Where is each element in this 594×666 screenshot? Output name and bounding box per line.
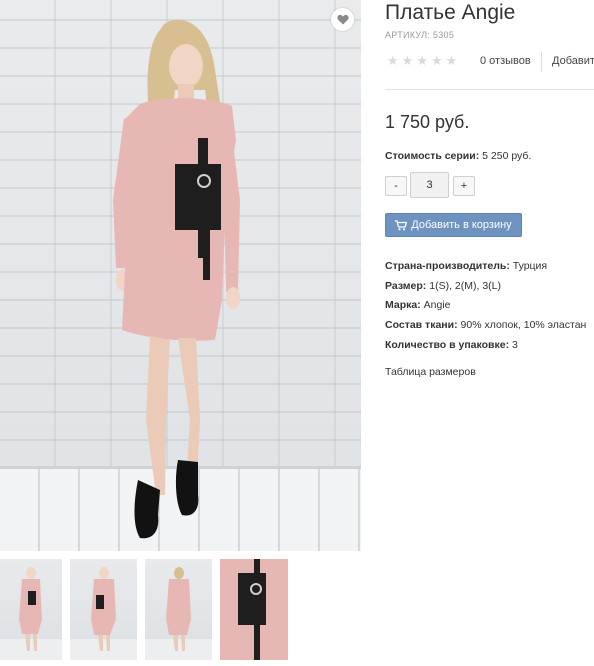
spec-fabric: Состав ткани: 90% хлопок, 10% эластан [385,319,586,331]
favorite-button[interactable] [331,8,354,31]
divider [541,52,542,72]
spec-value: Angie [423,299,451,311]
thumbnail-2[interactable] [70,559,137,660]
spec-label: Размер: [385,280,427,292]
model-figure [113,19,240,539]
cart-icon [395,219,408,230]
star-icon[interactable]: ★ [387,54,399,67]
spec-value: Турция [512,260,548,272]
spec-country: Страна-производитель: Турция [385,260,547,272]
star-icon[interactable]: ★ [431,54,443,67]
series-price: Стоимость серии: 5 250 руб. [385,150,531,162]
spec-label: Количество в упаковке: [385,339,510,351]
spec-brand: Марка: Angie [385,299,451,311]
add-to-cart-button[interactable]: Добавить в корзину [385,213,522,237]
quantity-increase-button[interactable]: + [453,176,475,196]
thumbnail-1[interactable] [0,559,62,660]
product-price: 1 750 руб. [385,112,470,132]
thumbnail-image [145,567,212,660]
spec-pack-quantity: Количество в упаковке: 3 [385,339,518,351]
thumbnail-image [0,567,62,660]
thumbnail-3[interactable] [145,559,212,660]
add-review-link[interactable]: Добавить [552,55,594,67]
thumbnail-4[interactable] [220,559,288,660]
reviews-link[interactable]: 0 отзывов [480,55,531,67]
heart-icon [336,14,349,25]
spec-value: 3 [512,339,518,351]
rating-stars[interactable]: ★ ★ ★ ★ ★ [387,54,457,67]
spec-value: 90% хлопок, 10% эластан [460,319,587,331]
quantity-decrease-button[interactable]: - [385,176,407,196]
star-icon[interactable]: ★ [416,54,428,67]
divider [385,89,594,90]
quantity-input[interactable] [410,172,449,198]
spec-label: Страна-производитель: [385,260,510,272]
size-table-link[interactable]: Таблица размеров [385,366,476,378]
star-icon[interactable]: ★ [402,54,414,67]
series-price-value: 5 250 руб. [482,150,532,162]
spec-label: Состав ткани: [385,319,458,331]
product-title: Платье Angie [385,1,516,24]
series-price-label: Стоимость серии: [385,150,480,162]
product-sku: АРТИКУЛ: 5305 [385,30,455,40]
main-product-photo[interactable] [0,0,361,551]
thumbnail-image [220,559,288,660]
spec-size: Размер: 1(S), 2(M), 3(L) [385,280,501,292]
thumbnail-image [70,567,137,660]
star-icon[interactable]: ★ [446,54,458,67]
spec-label: Марка: [385,299,421,311]
spec-value: 1(S), 2(M), 3(L) [429,280,501,292]
add-to-cart-label: Добавить в корзину [411,219,512,231]
